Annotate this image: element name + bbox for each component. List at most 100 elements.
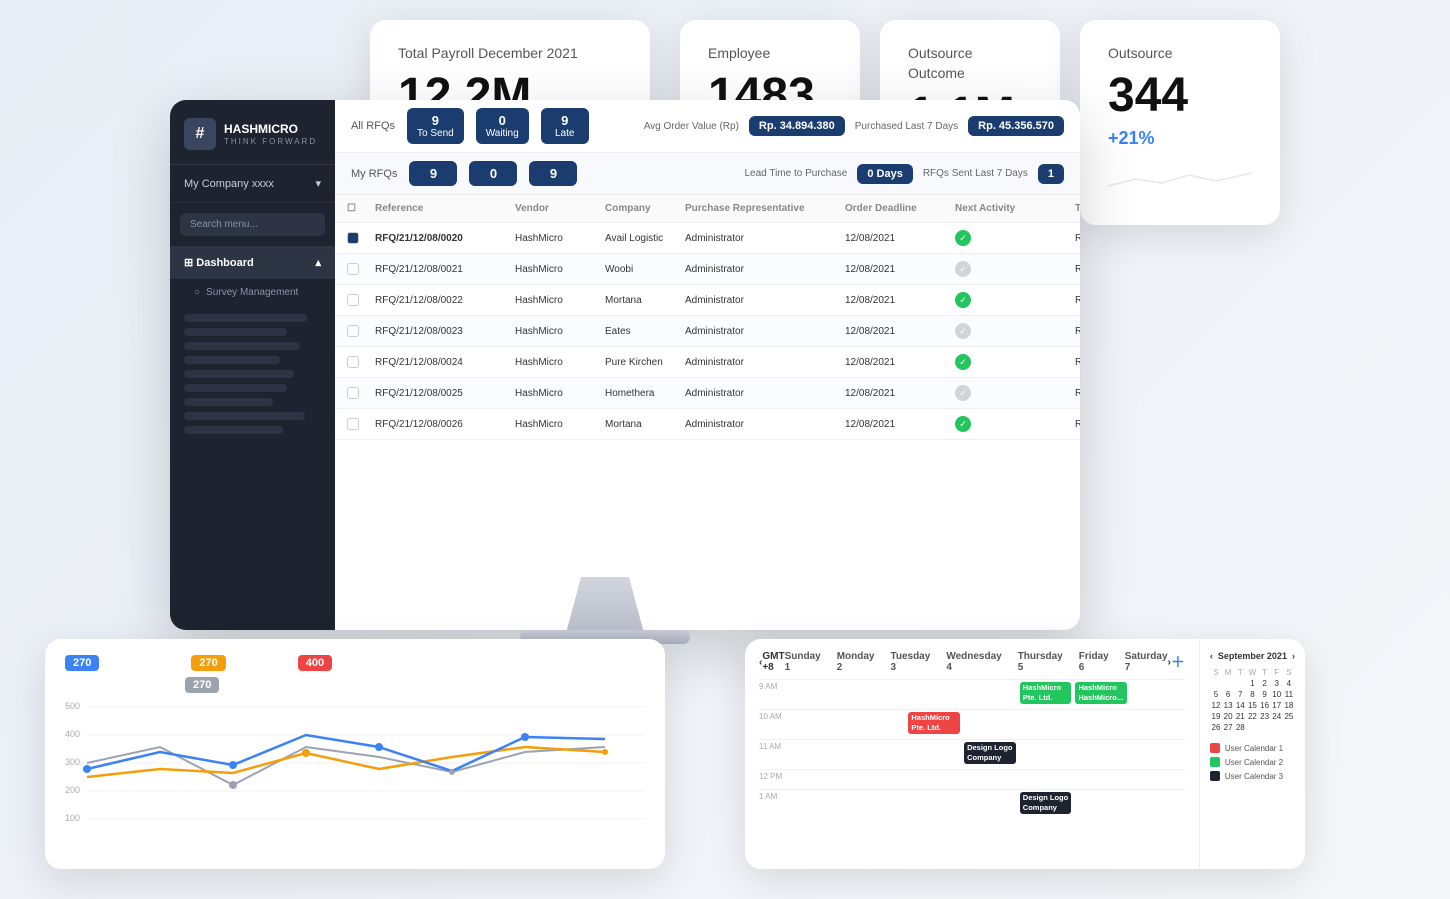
event-hashmicro-fri[interactable]: HashMicroHashMicro... xyxy=(1075,682,1127,704)
sidebar: # HASHMICRO THINK FORWARD My Company xxx… xyxy=(170,100,335,630)
purchased-value: Rp. 45.356.570 xyxy=(968,116,1064,136)
mini-cal-date[interactable]: 3 xyxy=(1271,678,1283,689)
mini-cal-date[interactable]: 24 xyxy=(1271,711,1283,722)
row-checkbox[interactable] xyxy=(347,387,375,399)
mini-cal-date[interactable]: 28 xyxy=(1234,722,1246,733)
slot-thu-1: Design LogoCompany xyxy=(1018,790,1074,819)
mini-cal-date[interactable]: 19 xyxy=(1210,711,1222,722)
row-rep: Administrator xyxy=(685,264,845,275)
legend-label-1: User Calendar 1 xyxy=(1225,744,1283,753)
mini-cal-date[interactable]: 15 xyxy=(1246,700,1258,711)
my-rfq-btn-2[interactable]: 0 xyxy=(469,161,517,186)
cal-add-icon[interactable]: ＋ xyxy=(1171,652,1185,672)
legend-label-3: User Calendar 3 xyxy=(1225,772,1283,781)
table-row[interactable]: RFQ/21/12/08/0020 HashMicro Avail Logist… xyxy=(335,223,1080,254)
row-checkbox[interactable] xyxy=(347,294,375,306)
row-checkbox[interactable] xyxy=(347,263,375,275)
mini-cal-date[interactable] xyxy=(1271,722,1283,733)
mini-cal-date[interactable]: 12 xyxy=(1210,700,1222,711)
slot-wed-1 xyxy=(962,790,1018,819)
chevron-down-icon: ▾ xyxy=(315,177,321,190)
nav-line-2 xyxy=(184,328,287,336)
sidebar-item-survey[interactable]: ○ Survey Management xyxy=(170,279,335,306)
mini-cal-date[interactable]: 14 xyxy=(1234,700,1246,711)
row-checkbox[interactable] xyxy=(347,232,375,244)
mini-cal-date[interactable]: 5 xyxy=(1210,689,1222,700)
table-row[interactable]: RFQ/21/12/08/0021 HashMicro Woobi Admini… xyxy=(335,254,1080,285)
mini-cal-nav-prev[interactable]: ‹ xyxy=(1210,651,1213,661)
time-1pm: 1 AM xyxy=(759,790,795,819)
table-row[interactable]: RFQ/21/12/08/0023 HashMicro Eates Admini… xyxy=(335,316,1080,347)
my-rfq-btn-1[interactable]: 9 xyxy=(409,161,457,186)
cal-day-2: Monday 2 xyxy=(837,651,875,673)
mini-cal-date[interactable]: 8 xyxy=(1246,689,1258,700)
mini-cal-date[interactable]: 23 xyxy=(1259,711,1271,722)
rfq-btn-to-send[interactable]: 9 To Send xyxy=(407,108,464,144)
rfq-btn-late[interactable]: 9 Late xyxy=(541,108,589,144)
cal-day-5: Thursday 5 xyxy=(1018,651,1063,673)
mini-cal-date[interactable]: 9 xyxy=(1259,689,1271,700)
slot-tue-1 xyxy=(906,790,962,819)
chart-gray-label: 270 xyxy=(65,677,645,693)
mini-cal-date[interactable]: 26 xyxy=(1210,722,1222,733)
legend-label-2: User Calendar 2 xyxy=(1225,758,1283,767)
mini-cal-date[interactable]: 18 xyxy=(1283,700,1295,711)
mini-cal-date[interactable]: 11 xyxy=(1283,689,1295,700)
table-row[interactable]: RFQ/21/12/08/0025 HashMicro Homethera Ad… xyxy=(335,378,1080,409)
slot-tue-11 xyxy=(906,740,962,769)
kpi-outsource-sparkline xyxy=(1108,161,1252,201)
sidebar-search[interactable]: Search menu... xyxy=(180,213,325,236)
mini-cal-nav-next[interactable]: › xyxy=(1292,651,1295,661)
sidebar-company[interactable]: My Company xxxx ▾ xyxy=(170,165,335,203)
event-design-logo-wed[interactable]: Design LogoCompany xyxy=(964,742,1016,764)
row-total: Rp.9,500,000 xyxy=(1075,264,1080,275)
my-rfq-btn-3[interactable]: 9 xyxy=(529,161,577,186)
table-row[interactable]: RFQ/21/12/08/0024 HashMicro Pure Kirchen… xyxy=(335,347,1080,378)
table-row[interactable]: RFQ/21/12/08/0026 HashMicro Mortana Admi… xyxy=(335,409,1080,440)
event-hashmicro-tue[interactable]: HashMicroPte. Ltd. xyxy=(908,712,960,734)
mini-cal-date[interactable]: 17 xyxy=(1271,700,1283,711)
rfqs-sent-label: RFQs Sent Last 7 Days xyxy=(923,168,1028,179)
mini-cal-date[interactable] xyxy=(1283,722,1295,733)
mini-cal-date[interactable] xyxy=(1259,722,1271,733)
mini-cal-date[interactable]: 1 xyxy=(1246,678,1258,689)
col-company: Company xyxy=(605,203,685,214)
cal-day-7: Saturday 7 xyxy=(1125,651,1168,673)
row-vendor: HashMicro xyxy=(515,388,605,399)
row-rep: Administrator xyxy=(685,419,845,430)
mini-cal-date[interactable] xyxy=(1222,678,1234,689)
row-checkbox[interactable] xyxy=(347,356,375,368)
mini-cal-date[interactable]: 6 xyxy=(1222,689,1234,700)
chart-label-400: 400 xyxy=(298,655,332,671)
mini-cal-date[interactable] xyxy=(1234,678,1246,689)
table-row[interactable]: RFQ/21/12/08/0022 HashMicro Mortana Admi… xyxy=(335,285,1080,316)
mini-cal-date[interactable]: 16 xyxy=(1259,700,1271,711)
event-hashmicro-thu[interactable]: HashMicroPte. Ltd. xyxy=(1020,682,1072,704)
mini-cal-date[interactable]: 20 xyxy=(1222,711,1234,722)
mini-cal-date[interactable] xyxy=(1210,678,1222,689)
rfq-to-send-count: 9 xyxy=(417,113,454,128)
mini-cal-day-labels: S M T W T F S xyxy=(1210,667,1295,678)
cal-day-4: Wednesday 4 xyxy=(946,651,1001,673)
mini-cal-date[interactable]: 25 xyxy=(1283,711,1295,722)
mini-cal-date[interactable]: 21 xyxy=(1234,711,1246,722)
row-checkbox[interactable] xyxy=(347,418,375,430)
sidebar-nav-lines xyxy=(170,314,335,434)
sidebar-item-dashboard[interactable]: ⊞ Dashboard ▴ xyxy=(170,246,335,279)
mini-cal-date[interactable]: 22 xyxy=(1246,711,1258,722)
event-design-logo-thu[interactable]: Design LogoCompany xyxy=(1020,792,1072,814)
row-ref: RFQ/21/12/08/0023 xyxy=(375,326,515,337)
mini-cal-header: ‹ September 2021 › xyxy=(1210,651,1295,661)
svg-text:300: 300 xyxy=(65,757,80,767)
mini-cal-date[interactable]: 2 xyxy=(1259,678,1271,689)
mini-cal-date[interactable]: 10 xyxy=(1271,689,1283,700)
nav-line-7 xyxy=(184,398,273,406)
row-checkbox[interactable] xyxy=(347,325,375,337)
mini-cal-date[interactable]: 4 xyxy=(1283,678,1295,689)
mini-cal-date[interactable]: 7 xyxy=(1234,689,1246,700)
mini-cal-date[interactable] xyxy=(1246,722,1258,733)
mini-cal-date[interactable]: 27 xyxy=(1222,722,1234,733)
mini-cal-date[interactable]: 13 xyxy=(1222,700,1234,711)
rfq-btn-waiting[interactable]: 0 Waiting xyxy=(476,108,529,144)
slot-sun-1 xyxy=(795,790,851,819)
